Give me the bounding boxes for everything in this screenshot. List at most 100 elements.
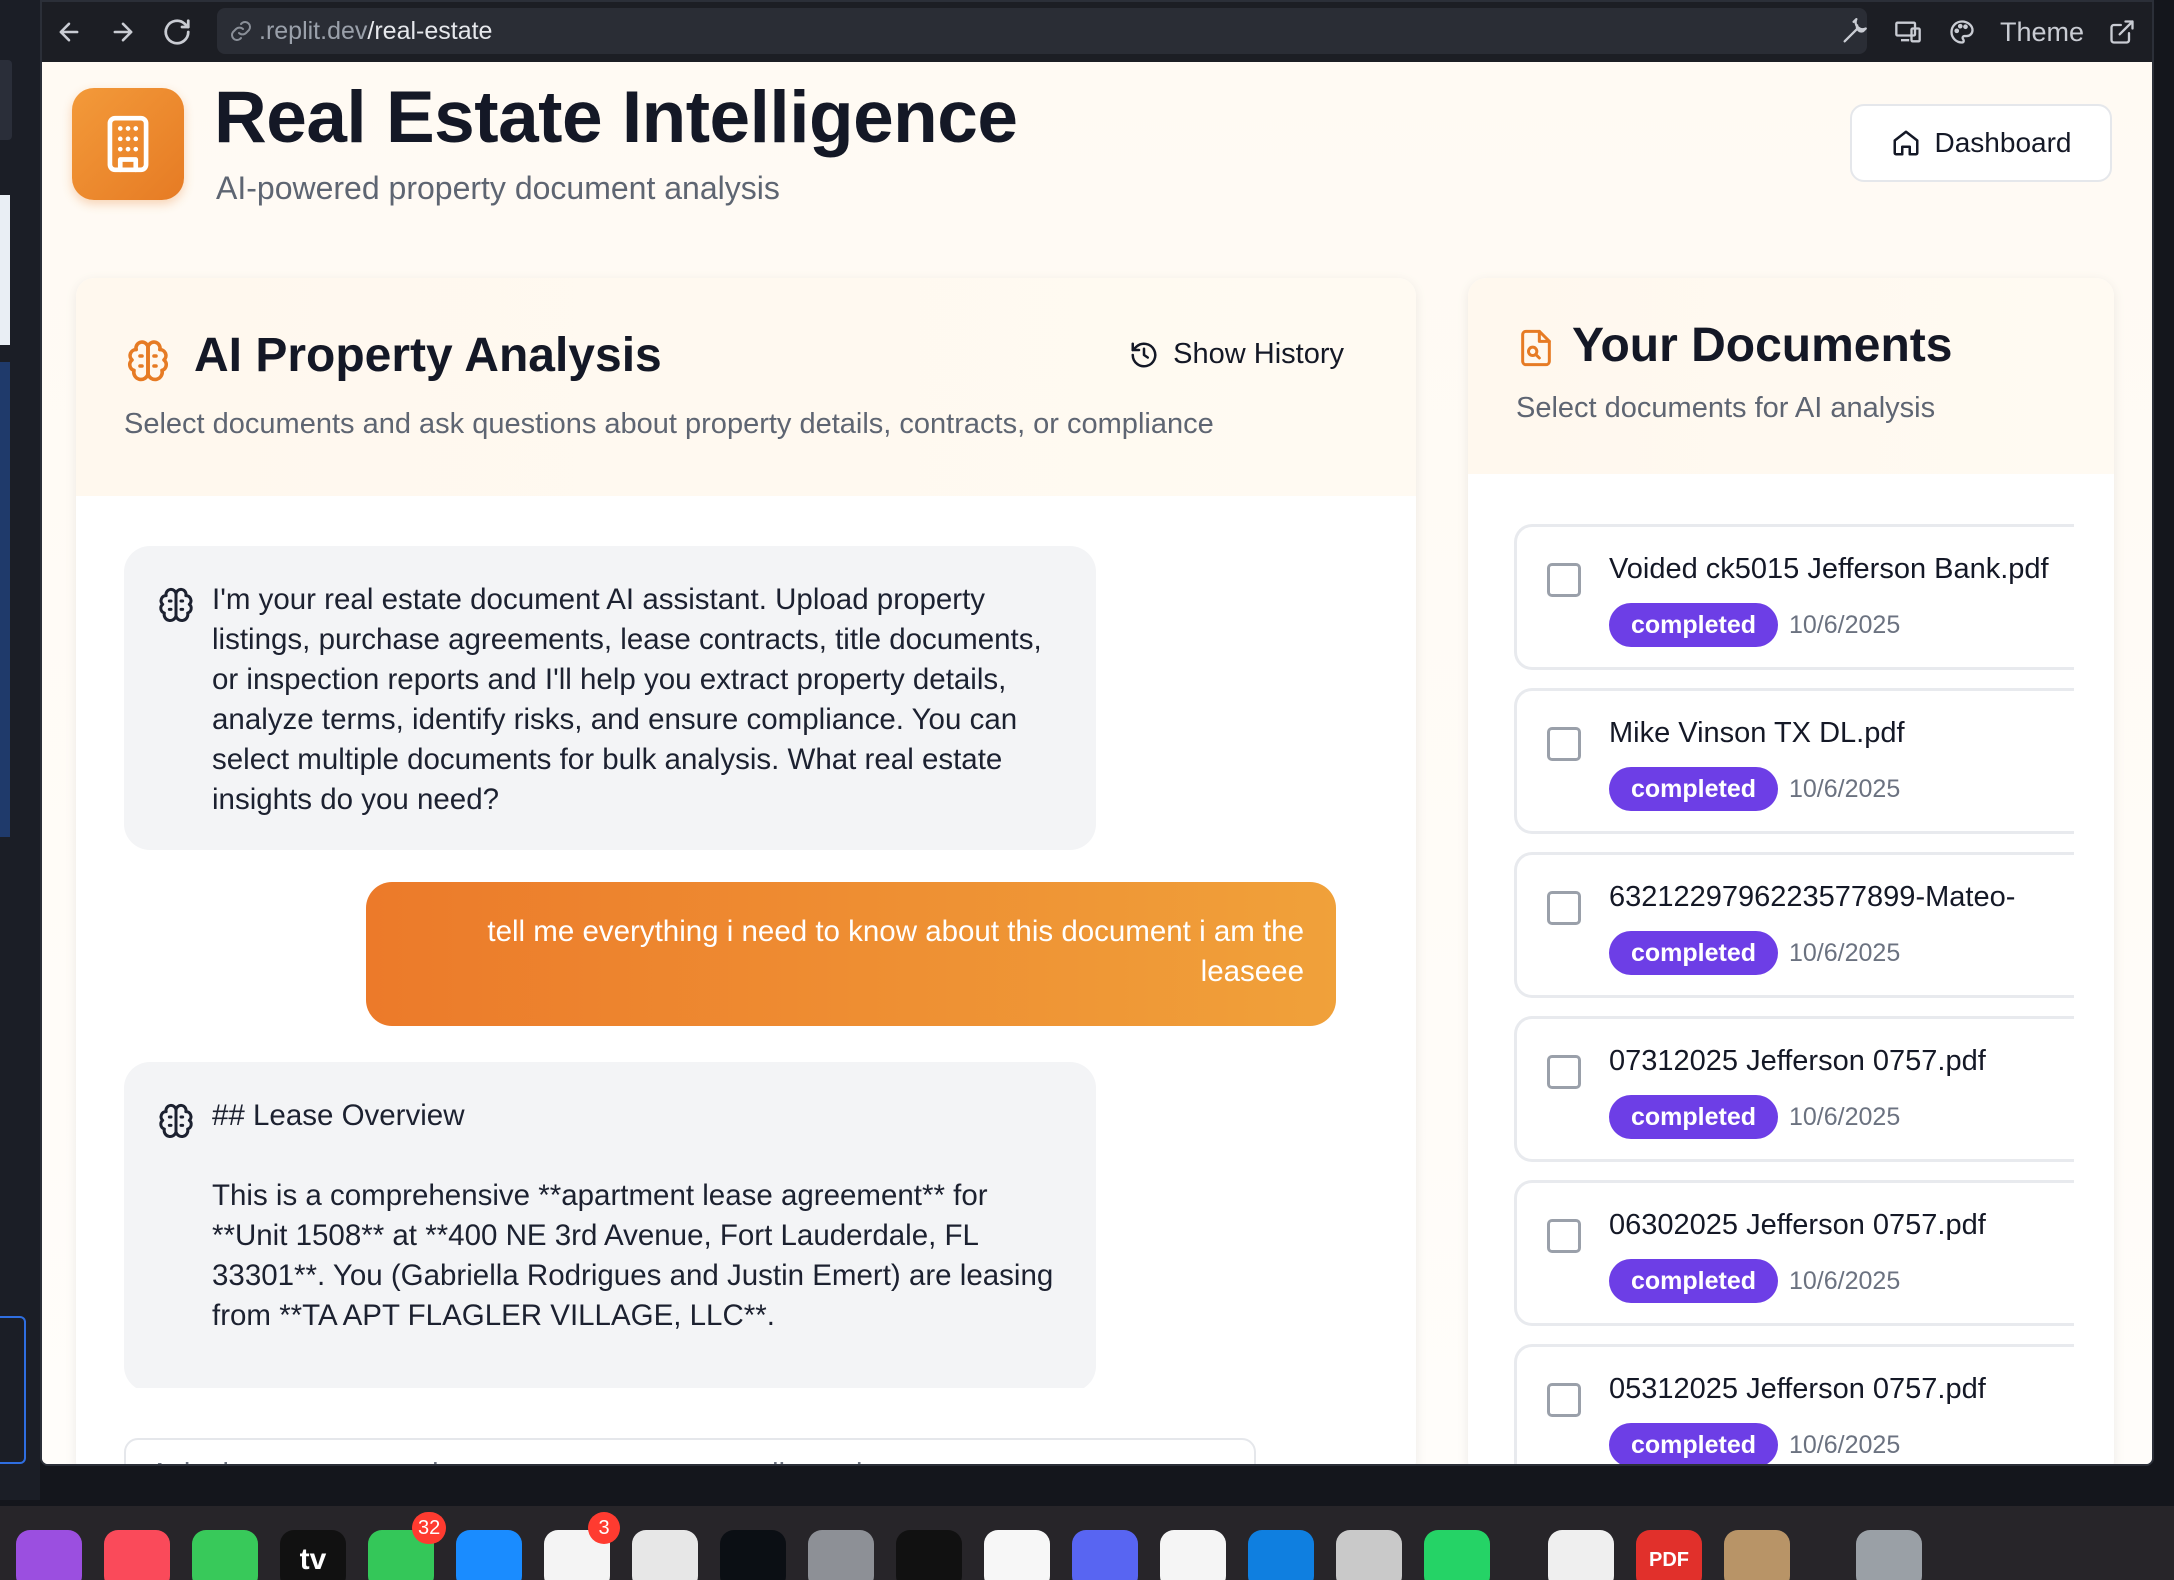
arrow-right-icon	[113, 22, 133, 42]
url-path: /real-estate	[367, 16, 493, 45]
documents-card-header: Your Documents Select documents for AI a…	[1468, 278, 2114, 474]
document-name: Voided ck5015 Jefferson Bank.pdf	[1609, 553, 2049, 585]
brain-icon	[159, 1103, 193, 1139]
skype-icon[interactable]	[1248, 1530, 1314, 1580]
user-message: tell me everything i need to know about …	[366, 882, 1336, 1026]
documents-card: Your Documents Select documents for AI a…	[1468, 278, 2114, 1464]
document-item[interactable]: Voided ck5015 Jefferson Bank.pdf complet…	[1514, 524, 2074, 670]
tv-icon[interactable]: tv	[280, 1530, 346, 1580]
document-item[interactable]: 05312025 Jefferson 0757.pdf completed 10…	[1514, 1344, 2074, 1464]
whatsapp-icon[interactable]	[1424, 1530, 1490, 1580]
dashboard-label: Dashboard	[1934, 127, 2072, 158]
assistant-message-heading: ## Lease Overview	[212, 1099, 465, 1132]
question-input[interactable]: Ask about property values, contract term…	[124, 1438, 1256, 1464]
browser-toolbar: .replit.dev/real-estate Theme	[42, 2, 2152, 62]
document-name: 06302025 Jefferson 0757.pdf	[1609, 1209, 1986, 1241]
music-icon[interactable]	[104, 1530, 170, 1580]
document-name: 6321229796223577899-Mateo-	[1609, 881, 2016, 913]
document-checkbox[interactable]	[1547, 1055, 1581, 1089]
wrench-icon[interactable]	[1838, 16, 1870, 48]
document-item[interactable]: 6321229796223577899-Mateo- completed 10/…	[1514, 852, 2074, 998]
podcasts-icon[interactable]	[16, 1530, 82, 1580]
slack-icon[interactable]	[984, 1530, 1050, 1580]
palette-icon[interactable]	[1946, 16, 1978, 48]
analysis-title: AI Property Analysis	[194, 329, 662, 382]
app-viewport: Real Estate Intelligence AI-powered prop…	[42, 62, 2152, 1464]
analysis-card-header: AI Property Analysis Show History Select…	[76, 278, 1416, 496]
document-name: 05312025 Jefferson 0757.pdf	[1609, 1373, 1986, 1405]
brain-icon	[159, 587, 193, 623]
back-button[interactable]	[42, 2, 96, 62]
dock: tv 32 3 PDF	[0, 1506, 2174, 1580]
document-list: Voided ck5015 Jefferson Bank.pdf complet…	[1514, 524, 2074, 1464]
brain-icon	[127, 340, 169, 382]
forward-button[interactable]	[96, 2, 150, 62]
document-checkbox[interactable]	[1547, 727, 1581, 761]
background-window	[0, 0, 40, 1500]
file-search-icon	[1521, 329, 1551, 367]
documents-title: Your Documents	[1572, 319, 1953, 372]
iphone-mirroring-icon[interactable]	[1336, 1530, 1402, 1580]
document-date: 10/6/2025	[1789, 1431, 1901, 1459]
document-checkbox[interactable]	[1547, 1219, 1581, 1253]
status-badge: completed	[1609, 1095, 1779, 1139]
show-history-label: Show History	[1173, 338, 1344, 370]
status-badge: completed	[1609, 767, 1779, 811]
cursor-app-icon[interactable]	[720, 1530, 786, 1580]
trash-icon[interactable]	[1856, 1530, 1922, 1580]
pdf-app-icon[interactable]: PDF	[1636, 1530, 1702, 1580]
page-subtitle: AI-powered property document analysis	[216, 170, 780, 206]
chrome-icon[interactable]	[632, 1530, 698, 1580]
document-checkbox[interactable]	[1547, 1383, 1581, 1417]
news-icon[interactable]	[1160, 1530, 1226, 1580]
status-badge: completed	[1609, 1423, 1779, 1464]
reload-icon	[164, 19, 190, 45]
status-badge: completed	[1609, 931, 1779, 975]
assistant-message-text: I'm your real estate document AI assista…	[212, 583, 1042, 816]
analysis-description: Select documents and ask questions about…	[124, 408, 1214, 440]
document-date: 10/6/2025	[1789, 775, 1901, 803]
system-settings-icon[interactable]	[808, 1530, 874, 1580]
background-selection	[0, 1316, 26, 1464]
notification-badge: 3	[588, 1512, 620, 1544]
building-icon	[107, 115, 149, 173]
url-bar[interactable]: .replit.dev/real-estate	[217, 8, 1867, 54]
assistant-message: ## Lease Overview This is a comprehensiv…	[124, 1062, 1096, 1392]
document-date: 10/6/2025	[1789, 611, 1901, 639]
status-badge: completed	[1609, 1259, 1779, 1303]
discord-icon[interactable]	[1072, 1530, 1138, 1580]
document-item[interactable]: Mike Vinson TX DL.pdf completed 10/6/202…	[1514, 688, 2074, 834]
document-date: 10/6/2025	[1789, 939, 1901, 967]
document-checkbox[interactable]	[1547, 563, 1581, 597]
external-link-icon[interactable]	[2106, 16, 2138, 48]
document-checkbox[interactable]	[1547, 891, 1581, 925]
theme-button[interactable]: Theme	[2000, 17, 2084, 48]
background-thumbnail	[0, 195, 10, 345]
assistant-message: I'm your real estate document AI assista…	[124, 546, 1096, 850]
home-icon	[1893, 130, 1918, 156]
contacts-icon[interactable]	[1724, 1530, 1790, 1580]
document-item[interactable]: 06302025 Jefferson 0757.pdf completed 10…	[1514, 1180, 2074, 1326]
status-badge: completed	[1609, 603, 1779, 647]
history-icon	[1131, 342, 1157, 367]
spotify-icon[interactable]	[896, 1530, 962, 1580]
app-logo	[72, 88, 184, 200]
url-domain: .replit.dev	[259, 16, 368, 45]
reload-button[interactable]	[150, 2, 204, 62]
dashboard-button[interactable]: Dashboard	[1850, 104, 2112, 182]
documents-description: Select documents for AI analysis	[1516, 392, 1936, 424]
devices-icon[interactable]	[1892, 16, 1924, 48]
document-date: 10/6/2025	[1789, 1267, 1901, 1295]
page-title: Real Estate Intelligence	[214, 77, 1018, 158]
analysis-card: AI Property Analysis Show History Select…	[76, 278, 1416, 1464]
document-name: 07312025 Jefferson 0757.pdf	[1609, 1045, 1986, 1077]
browser-window: .replit.dev/real-estate Theme Real Estat…	[40, 0, 2154, 1466]
user-message-text: tell me everything i need to know about …	[487, 915, 1304, 988]
document-name: Mike Vinson TX DL.pdf	[1609, 717, 1905, 749]
show-history-button[interactable]: Show History	[1129, 338, 1344, 371]
textedit-icon[interactable]	[1548, 1530, 1614, 1580]
document-item[interactable]: 07312025 Jefferson 0757.pdf completed 10…	[1514, 1016, 2074, 1162]
toolbar-actions: Theme	[1838, 2, 2138, 62]
app-store-icon[interactable]	[456, 1530, 522, 1580]
facetime-icon[interactable]	[192, 1530, 258, 1580]
